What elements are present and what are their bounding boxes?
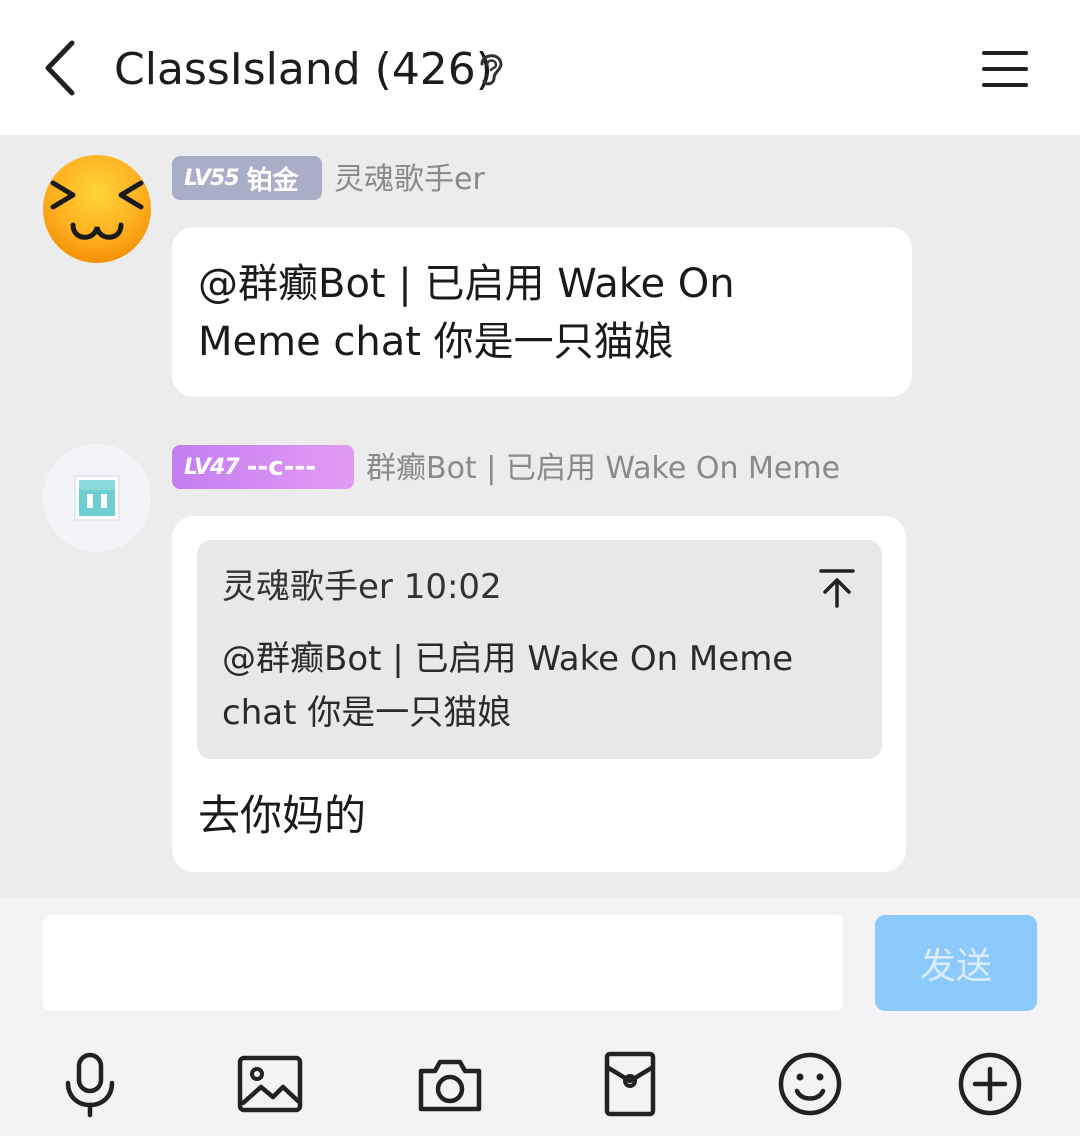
- emoji-icon: [778, 1052, 842, 1116]
- camera-icon: [418, 1059, 482, 1112]
- sender-name[interactable]: 群癫Bot | 已启用 Wake On Meme: [366, 447, 840, 491]
- message-text-line: @群癫Bot | 已启用 Wake On: [198, 261, 735, 307]
- send-button[interactable]: 发送: [875, 915, 1037, 1011]
- message-bubble[interactable]: @群癫Bot | 已启用 Wake On Meme chat 你是一只猫娘: [172, 227, 912, 397]
- quote-header: 灵魂歌手er 10:02: [222, 567, 502, 607]
- quote-text-line: @群癫Bot | 已启用 Wake On Meme: [222, 639, 794, 679]
- reply-text: 去你妈的: [198, 791, 367, 840]
- camera-button[interactable]: [412, 1046, 488, 1122]
- level-title: 铂金: [246, 165, 299, 196]
- level-label: LV55: [184, 165, 240, 191]
- chevron-left-icon: [45, 40, 75, 96]
- level-title: --c---: [246, 452, 317, 482]
- image-icon: [237, 1055, 303, 1113]
- message-bubble[interactable]: 灵魂歌手er 10:02 @群癫Bot | 已启用 Wake On Meme c…: [172, 516, 906, 872]
- hamburger-menu-icon: [982, 51, 1028, 87]
- quoted-message[interactable]: 灵魂歌手er 10:02 @群癫Bot | 已启用 Wake On Meme c…: [197, 540, 882, 759]
- composer: 发送: [0, 898, 1080, 1136]
- squint-face-avatar-icon: [43, 155, 151, 263]
- avatar[interactable]: [43, 155, 151, 263]
- chat-header: ClassIsland (426): [0, 0, 1080, 135]
- back-button[interactable]: [34, 38, 86, 98]
- level-badge: LV47 --c---: [172, 445, 354, 489]
- level-label: LV47: [184, 454, 240, 480]
- image-button[interactable]: [232, 1046, 308, 1122]
- microphone-icon: [65, 1052, 115, 1118]
- red-packet-button[interactable]: [592, 1046, 668, 1122]
- message-input[interactable]: [43, 915, 843, 1011]
- voice-button[interactable]: [52, 1046, 128, 1122]
- jump-to-original-icon[interactable]: [817, 566, 857, 610]
- page-title: ClassIsland (426): [114, 44, 493, 95]
- emoji-button[interactable]: [772, 1046, 848, 1122]
- sender-name[interactable]: 灵魂歌手er: [334, 158, 485, 202]
- ear-icon: [480, 54, 503, 86]
- menu-button[interactable]: [978, 44, 1032, 94]
- red-packet-icon: [604, 1051, 656, 1117]
- quote-text-line: chat 你是一只猫娘: [222, 693, 512, 733]
- message-text-line: Meme chat 你是一只猫娘: [198, 319, 674, 365]
- quote-body: @群癫Bot | 已启用 Wake On Meme chat 你是一只猫娘: [222, 632, 862, 740]
- plus-icon: [958, 1052, 1022, 1116]
- chat-area[interactable]: LV55 铂金 灵魂歌手er @群癫Bot | 已启用 Wake On Meme…: [0, 135, 1080, 898]
- avatar[interactable]: [43, 444, 151, 552]
- pixel-robot-avatar-icon: [43, 444, 151, 552]
- level-badge: LV55 铂金: [172, 156, 322, 200]
- more-button[interactable]: [952, 1046, 1028, 1122]
